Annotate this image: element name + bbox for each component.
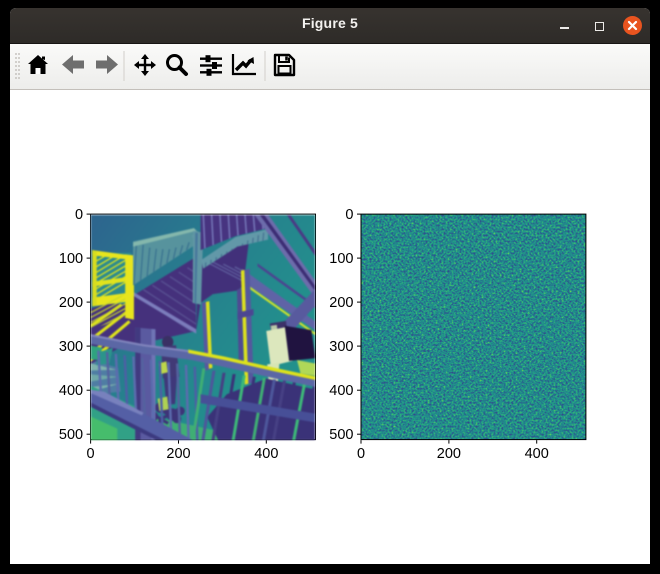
svg-text:300: 300 bbox=[59, 339, 83, 355]
svg-text:0: 0 bbox=[345, 207, 353, 223]
svg-text:200: 200 bbox=[329, 295, 353, 311]
svg-text:100: 100 bbox=[329, 251, 353, 267]
svg-text:400: 400 bbox=[525, 446, 549, 462]
svg-text:200: 200 bbox=[437, 446, 461, 462]
svg-text:400: 400 bbox=[329, 383, 353, 399]
svg-text:500: 500 bbox=[329, 427, 353, 443]
svg-text:0: 0 bbox=[357, 446, 365, 462]
svg-text:100: 100 bbox=[59, 251, 83, 267]
svg-text:500: 500 bbox=[59, 427, 83, 443]
svg-text:400: 400 bbox=[254, 446, 278, 462]
svg-text:400: 400 bbox=[59, 383, 83, 399]
svg-text:200: 200 bbox=[59, 295, 83, 311]
svg-text:200: 200 bbox=[166, 446, 190, 462]
svg-text:0: 0 bbox=[75, 207, 83, 223]
svg-text:300: 300 bbox=[329, 339, 353, 355]
svg-text:0: 0 bbox=[87, 446, 95, 462]
